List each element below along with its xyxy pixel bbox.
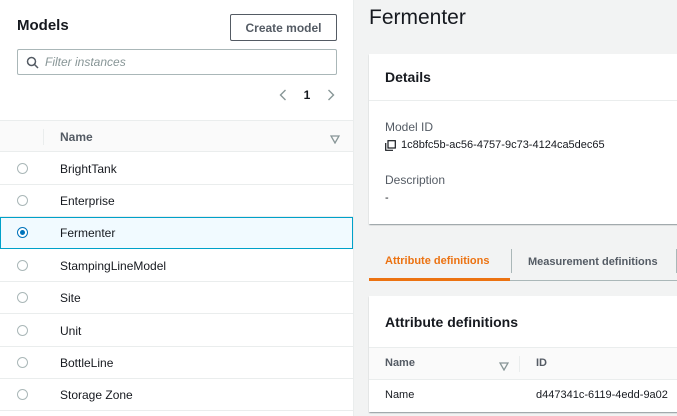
description-label: Description	[385, 173, 446, 187]
table-row[interactable]: BrightTank	[0, 153, 353, 185]
table-row[interactable]: Storage Zone	[0, 379, 353, 411]
row-label: Storage Zone	[60, 388, 133, 402]
tab-measurement-definitions[interactable]: Measurement definitions	[512, 243, 674, 281]
row-radio[interactable]	[17, 292, 28, 303]
table-row[interactable]: Unit	[0, 315, 353, 347]
column-header-name[interactable]: Name	[385, 357, 415, 369]
details-heading: Details	[369, 54, 677, 101]
pagination: 1	[276, 85, 338, 105]
models-panel: Models Create model 1 Name BrightTank En…	[0, 0, 354, 416]
details-card: Details Model ID 1c8bfc5b-ac56-4757-9c73…	[369, 54, 677, 224]
table-header: Name	[0, 120, 353, 152]
panel-title: Models	[17, 17, 69, 34]
tab-bar: Attribute definitions Measurement defini…	[369, 243, 677, 281]
row-label: Fermenter	[60, 226, 116, 240]
table-row-selected[interactable]: Fermenter	[0, 217, 353, 249]
row-radio[interactable]	[17, 260, 28, 271]
attribute-table-header: Name ID	[369, 348, 677, 380]
description-value: -	[385, 192, 389, 204]
model-id-label: Model ID	[385, 120, 434, 134]
table-row: Name d447341c-6119-4edd-9a02	[369, 380, 677, 412]
copy-icon[interactable]	[385, 139, 396, 151]
row-label: BottleLine	[60, 356, 114, 370]
model-id-value: 1c8bfc5b-ac56-4757-9c73-4124ca5dec65	[385, 139, 605, 151]
model-id-text: 1c8bfc5b-ac56-4757-9c73-4124ca5dec65	[401, 139, 605, 151]
next-page-icon[interactable]	[324, 87, 338, 103]
row-label: Enterprise	[60, 194, 115, 208]
search-icon	[26, 56, 39, 69]
tab-attribute-definitions[interactable]: Attribute definitions	[369, 243, 510, 281]
row-label: Unit	[60, 324, 82, 338]
column-header-id[interactable]: ID	[536, 357, 547, 369]
page-number[interactable]: 1	[304, 88, 311, 102]
column-divider	[519, 356, 520, 372]
row-radio[interactable]	[17, 325, 28, 336]
row-label: StampingLineModel	[60, 259, 167, 273]
table-row[interactable]: StampingLineModel	[0, 250, 353, 282]
row-radio[interactable]	[17, 389, 28, 400]
table-row[interactable]: BottleLine	[0, 347, 353, 379]
table-row[interactable]: Enterprise	[0, 185, 353, 217]
page-title: Fermenter	[369, 6, 466, 29]
row-label: Site	[60, 291, 81, 305]
sort-down-icon[interactable]	[498, 358, 510, 376]
column-divider	[43, 129, 44, 145]
sort-down-icon[interactable]	[329, 131, 341, 149]
create-model-button[interactable]: Create model	[230, 14, 337, 41]
filter-field[interactable]	[17, 49, 337, 75]
filter-input[interactable]	[45, 55, 325, 69]
row-radio-checked[interactable]	[17, 227, 28, 238]
attribute-definitions-card: Attribute definitions Name ID Name d4473…	[369, 296, 677, 412]
column-header-name[interactable]: Name	[60, 130, 93, 144]
attribute-definitions-heading: Attribute definitions	[369, 296, 677, 348]
row-radio[interactable]	[17, 163, 28, 174]
attribute-name-cell: Name	[385, 389, 415, 401]
row-label: BrightTank	[60, 162, 117, 176]
previous-page-icon[interactable]	[276, 87, 290, 103]
attribute-id-cell: d447341c-6119-4edd-9a02	[536, 389, 668, 401]
row-radio[interactable]	[17, 195, 28, 206]
row-radio[interactable]	[17, 357, 28, 368]
table-row[interactable]: Site	[0, 282, 353, 314]
